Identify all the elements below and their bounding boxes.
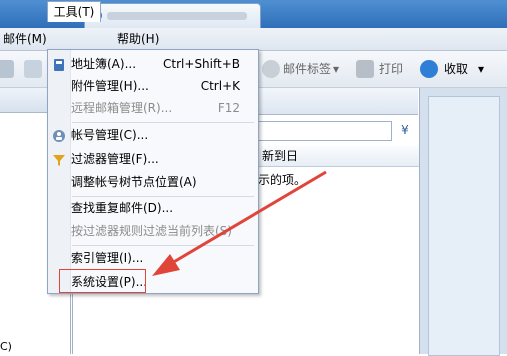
tools-menu-dropdown: 地址簿(A)... Ctrl+Shift+B 附件管理(H)... Ctrl+K… (47, 49, 259, 294)
preview-pane (428, 96, 500, 356)
menu-item-shortcut: Ctrl+K (200, 79, 240, 93)
empty-list-message: 示的项。 (258, 173, 307, 187)
menu-separator (72, 122, 254, 123)
menu-item-label: 索引管理(I)... (71, 251, 144, 265)
toolbar-left-icon[interactable] (0, 60, 14, 78)
receive-icon[interactable] (420, 60, 438, 78)
menu-item-address-book[interactable]: 地址簿(A)... Ctrl+Shift+B (48, 53, 258, 75)
menu-item-label: 查找重复邮件(D)... (71, 201, 174, 215)
menu-item-filter-current-list[interactable]: 按过滤器规则过滤当前列表(S) (48, 220, 258, 242)
menu-item-shortcut: Ctrl+Shift+B (163, 57, 240, 71)
search-input[interactable] (258, 121, 392, 141)
menu-item-label: 按过滤器规则过滤当前列表(S) (71, 224, 232, 238)
menu-item-shortcut: F12 (217, 101, 240, 115)
menu-separator (72, 245, 254, 246)
print-button[interactable]: 打印 (379, 60, 403, 78)
folder-item-fragment[interactable]: C) (0, 340, 12, 354)
reply-icon[interactable] (24, 60, 42, 78)
menu-mail[interactable]: 邮件(M) (0, 31, 50, 47)
tag-icon[interactable] (262, 60, 280, 78)
chevron-down-icon[interactable]: ¥ (397, 121, 413, 139)
menu-item-filter-manager[interactable]: 过滤器管理(F)... (48, 148, 258, 170)
menu-item-find-duplicates[interactable]: 查找重复邮件(D)... (48, 197, 258, 219)
address-book-icon (52, 57, 66, 71)
menu-item-adjust-account-tree[interactable]: 调整帐号树节点位置(A) (48, 171, 258, 193)
window-tab[interactable] (84, 3, 261, 28)
print-icon[interactable] (356, 60, 374, 78)
menu-item-remote-mailbox[interactable]: 远程邮箱管理(R)... F12 (48, 97, 258, 119)
menu-item-label: 远程邮箱管理(R)... (71, 101, 173, 115)
menu-bar: 邮件(M) 帮助(H) (0, 28, 507, 51)
receive-button[interactable]: 收取 (444, 60, 468, 78)
accounts-icon (52, 128, 66, 142)
menu-item-account-manager[interactable]: 帐号管理(C)... (48, 124, 258, 146)
menu-item-label: 帐号管理(C)... (71, 128, 149, 142)
mail-tags-dropdown-icon[interactable]: ▾ (333, 60, 339, 78)
menu-item-attachment-manager[interactable]: 附件管理(H)... Ctrl+K (48, 75, 258, 97)
receive-dropdown-icon[interactable]: ▾ (478, 60, 484, 78)
menu-item-label: 地址簿(A)... (71, 57, 137, 71)
menu-item-index-manager[interactable]: 索引管理(I)... (48, 247, 258, 269)
menu-tools[interactable]: 工具(T) (47, 1, 101, 22)
menu-item-label: 调整帐号树节点位置(A) (71, 175, 197, 189)
menu-help[interactable]: 帮助(H) (114, 31, 162, 47)
highlight-box (59, 269, 146, 293)
column-header-date[interactable]: 新到日 (262, 148, 298, 164)
menu-item-label: 附件管理(H)... (71, 79, 149, 93)
filter-icon (52, 152, 66, 166)
mail-tags-button[interactable]: 邮件标签 (283, 60, 331, 78)
tab-title-blurred (107, 12, 247, 20)
menu-item-label: 过滤器管理(F)... (71, 152, 159, 166)
